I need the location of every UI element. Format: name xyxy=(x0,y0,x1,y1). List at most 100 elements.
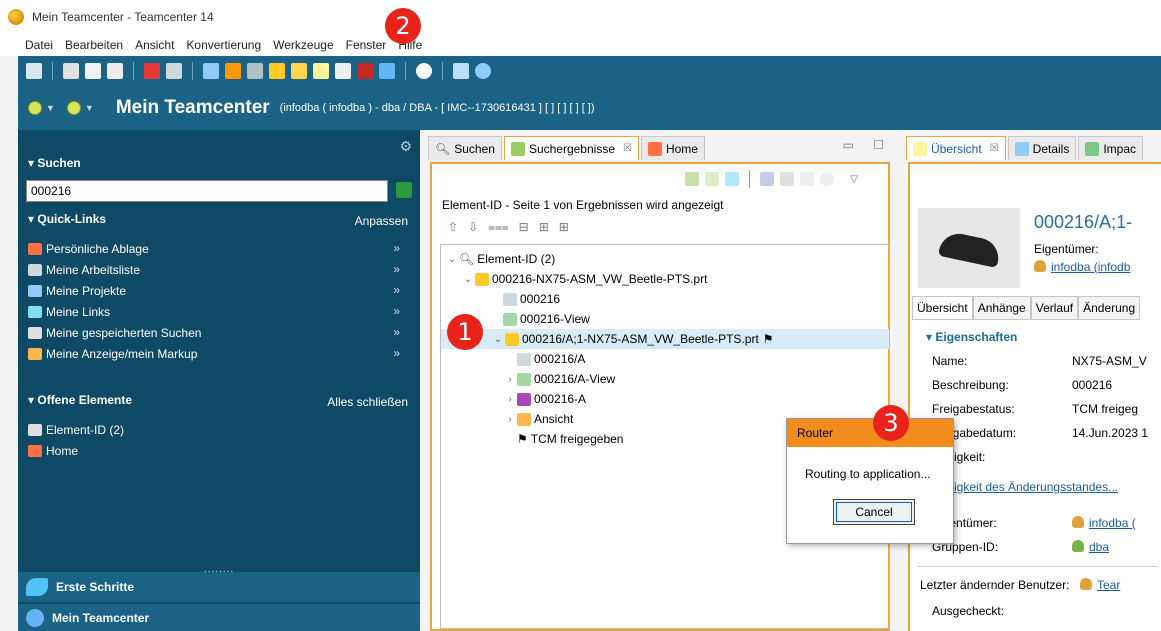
subtab-changes[interactable]: Änderung xyxy=(1078,296,1141,320)
menu-bearbeiten[interactable]: Bearbeiten xyxy=(65,38,123,52)
forward-icon[interactable] xyxy=(66,101,81,115)
quick-link-worklist[interactable]: Meine Arbeitsliste xyxy=(28,263,140,277)
chevron-right-icon[interactable]: › xyxy=(503,394,517,405)
collapse-all-icon[interactable]: ⩶ xyxy=(488,220,509,235)
search-input[interactable] xyxy=(26,180,388,202)
minimize-maximize-controls[interactable]: ▭ ☐ xyxy=(843,138,892,152)
chevron-right-icon[interactable]: » xyxy=(393,262,400,276)
tree-row[interactable]: ⌄ 000216-NX75-ASM_VW_Beetle-PTS.prt xyxy=(461,269,708,289)
subtab-overview[interactable]: Übersicht xyxy=(912,296,973,320)
lock-icon[interactable] xyxy=(335,63,351,79)
subtab-history[interactable]: Verlauf xyxy=(1030,296,1079,320)
expand-icon[interactable]: ⊞ xyxy=(539,220,549,235)
tree-row[interactable]: 000216/A xyxy=(517,349,585,369)
refresh-icon[interactable] xyxy=(26,63,42,79)
menu-ansicht[interactable]: Ansicht xyxy=(135,38,174,52)
home-icon[interactable] xyxy=(225,63,241,79)
tree-view-icon[interactable] xyxy=(780,172,795,186)
tree-row[interactable]: › 000216-A xyxy=(503,389,586,409)
menu-konvertierung[interactable]: Konvertierung xyxy=(186,38,261,52)
open-item-element-id[interactable]: Element-ID (2) xyxy=(28,423,124,437)
cut-icon[interactable] xyxy=(63,63,79,79)
view-icon[interactable] xyxy=(203,63,219,79)
owner-link[interactable]: infodba (infodb xyxy=(1034,260,1130,274)
edit-icon[interactable] xyxy=(800,172,815,186)
chevron-right-icon[interactable]: » xyxy=(393,304,400,318)
subtab-attachments[interactable]: Anhänge xyxy=(972,296,1031,320)
new-folder-icon[interactable] xyxy=(291,63,307,79)
close-all-link[interactable]: Alles schließen xyxy=(327,395,408,409)
open-items-header[interactable]: ▾ Offene Elemente xyxy=(28,393,132,407)
customize-link[interactable]: Anpassen xyxy=(355,214,408,228)
owner-prop-link[interactable]: infodba ( xyxy=(1072,516,1136,530)
nx-icon[interactable] xyxy=(357,63,373,79)
find-dropdown-icon[interactable] xyxy=(705,172,720,186)
tab-search-results[interactable]: Suchergebnisse ☒ xyxy=(503,136,639,160)
menu-werkzeuge[interactable]: Werkzeuge xyxy=(273,38,333,52)
gear-icon[interactable] xyxy=(416,63,432,79)
cancel-button[interactable]: Cancel xyxy=(833,499,915,525)
tree-row[interactable]: ⌄ 🔍︎ Element-ID (2) xyxy=(445,249,555,269)
tree-row[interactable]: ⚑ TCM freigegeben xyxy=(517,429,623,449)
getting-started-button[interactable]: Erste Schritte xyxy=(18,572,420,602)
gear-icon[interactable]: ⚙ xyxy=(399,138,412,155)
quick-link-markup[interactable]: Meine Anzeige/mein Markup xyxy=(28,347,197,361)
menu-datei[interactable]: Datei xyxy=(25,38,53,52)
open-item-home[interactable]: Home xyxy=(28,444,78,458)
arrow-up-icon[interactable]: ⇧ xyxy=(448,220,458,235)
quick-link-home-folder[interactable]: Persönliche Ablage xyxy=(28,242,149,256)
folder-icon[interactable] xyxy=(269,63,285,79)
chevron-down-icon[interactable]: ▼ xyxy=(85,103,94,113)
find-icon[interactable] xyxy=(685,172,700,186)
quick-links-header[interactable]: ▾ Quick-Links xyxy=(28,212,106,226)
new-item-icon[interactable] xyxy=(313,63,329,79)
quick-link-projects[interactable]: Meine Projekte xyxy=(28,284,126,298)
worklist-icon[interactable] xyxy=(247,63,263,79)
zoom-icon[interactable] xyxy=(820,172,835,186)
view-menu-icon[interactable]: ▽ xyxy=(850,174,858,185)
chevron-down-icon[interactable]: ▼ xyxy=(46,103,55,113)
chevron-down-icon[interactable]: ⌄ xyxy=(461,274,475,285)
quick-link-saved-searches[interactable]: Meine gespeicherten Suchen xyxy=(28,326,201,340)
tab-search[interactable]: 🔍︎ Suchen xyxy=(428,136,502,160)
arrow-down-icon[interactable]: ⇩ xyxy=(468,220,478,235)
chevron-right-icon[interactable]: » xyxy=(393,241,400,255)
tree-row[interactable]: › 000216/A-View xyxy=(503,369,615,389)
tab-overview[interactable]: Übersicht ☒ xyxy=(906,136,1006,160)
export-icon[interactable] xyxy=(725,172,740,186)
group-prop-link[interactable]: dba xyxy=(1072,540,1109,554)
tab-home[interactable]: Home xyxy=(640,136,705,160)
expand-all-icon[interactable]: ⊞ xyxy=(559,220,569,235)
tree-row[interactable]: › Ansicht xyxy=(503,409,573,429)
save-icon[interactable] xyxy=(166,63,182,79)
table-view-icon[interactable] xyxy=(760,172,775,186)
chevron-right-icon[interactable]: › xyxy=(503,414,517,425)
menu-fenster[interactable]: Fenster xyxy=(346,38,387,52)
tree-row[interactable]: 000216 xyxy=(503,289,560,309)
delete-icon[interactable] xyxy=(144,63,160,79)
send-to-icon[interactable] xyxy=(379,63,395,79)
chevron-right-icon[interactable]: › xyxy=(503,374,517,385)
chevron-right-icon[interactable]: » xyxy=(393,346,400,360)
effectivity-link[interactable]: Gültigkeit des Änderungsstandes... xyxy=(932,480,1118,494)
back-icon[interactable] xyxy=(28,101,42,115)
tab-impact[interactable]: Impac xyxy=(1078,136,1144,160)
close-icon[interactable]: ☒ xyxy=(623,143,632,154)
chevron-down-icon[interactable]: ⌄ xyxy=(491,334,505,345)
close-icon[interactable]: ☒ xyxy=(990,143,999,154)
search-go-icon[interactable] xyxy=(396,182,412,198)
tree-row[interactable]: 000216-View xyxy=(503,309,590,329)
properties-header[interactable]: ▾ Eigenschaften xyxy=(926,330,1017,344)
chevron-down-icon[interactable]: ⌄ xyxy=(445,254,459,265)
tab-details[interactable]: Details xyxy=(1007,136,1077,160)
collapse-icon[interactable]: ⊟ xyxy=(519,220,529,235)
search-section-header[interactable]: ▾ Suchen xyxy=(28,156,81,170)
copy-icon[interactable] xyxy=(85,63,101,79)
my-teamcenter-button[interactable]: Mein Teamcenter xyxy=(18,604,420,631)
search-icon[interactable] xyxy=(475,63,491,79)
quick-link-links[interactable]: Meine Links xyxy=(28,305,110,319)
chevron-right-icon[interactable]: » xyxy=(393,325,400,339)
paste-icon[interactable] xyxy=(107,63,123,79)
chevron-right-icon[interactable]: » xyxy=(393,283,400,297)
last-user-link[interactable]: Tear xyxy=(1080,578,1120,592)
